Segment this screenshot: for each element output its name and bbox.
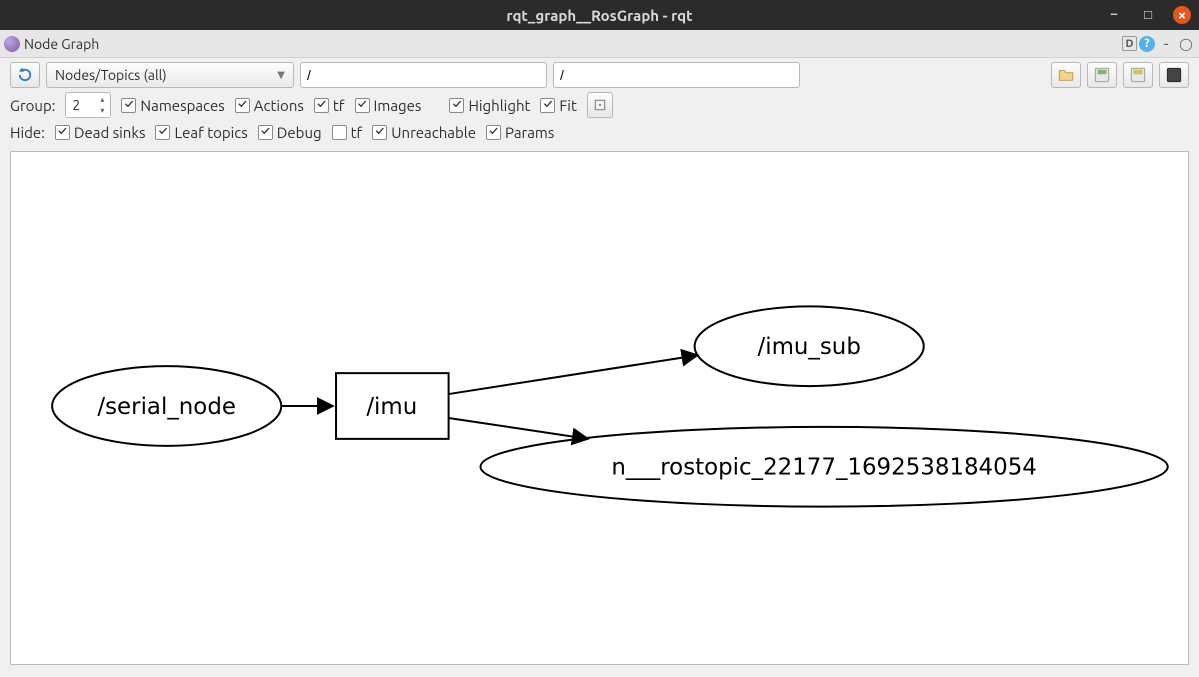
window-titlebar: rqt_graph__RosGraph - rqt bbox=[0, 0, 1199, 30]
unreachable-label: Unreachable bbox=[391, 124, 476, 141]
plugin-title: Node Graph bbox=[24, 36, 99, 52]
checkbox-icon bbox=[540, 98, 555, 113]
fit-view-button[interactable] bbox=[587, 92, 613, 118]
group-options-row: Group: 2 ▴ ▾ Namespaces Actions tf Image… bbox=[0, 90, 1199, 122]
ros-graph-svg: /serial_node /imu /imu_sub n___rostopic_… bbox=[11, 152, 1188, 664]
plugin-header: Node Graph D ? - ◯ bbox=[0, 30, 1199, 58]
checkbox-icon bbox=[355, 98, 370, 113]
window-maximize-button[interactable] bbox=[1139, 6, 1157, 24]
node-filter-field[interactable] bbox=[307, 67, 540, 83]
checkbox-icon bbox=[449, 98, 464, 113]
node-filter-input[interactable] bbox=[300, 62, 547, 88]
checkbox-icon bbox=[235, 98, 250, 113]
checkbox-icon bbox=[55, 125, 70, 140]
group-label: Group: bbox=[10, 97, 55, 114]
save-image-button[interactable] bbox=[1159, 62, 1189, 88]
graph-node-imu-sub-label: /imu_sub bbox=[758, 334, 861, 360]
tf-hide-label: tf bbox=[351, 124, 363, 141]
save-image-icon bbox=[1165, 66, 1183, 84]
minimize-panel-button[interactable]: - bbox=[1157, 35, 1175, 53]
toolbar: Nodes/Topics (all) ▼ bbox=[0, 58, 1199, 90]
images-checkbox[interactable]: Images bbox=[355, 97, 422, 114]
graph-edge-imu-to-rostopic bbox=[449, 418, 588, 439]
params-label: Params bbox=[505, 124, 554, 141]
highlight-label: Highlight bbox=[468, 97, 530, 114]
save-svg-icon bbox=[1129, 66, 1147, 84]
graph-node-serial-node-label: /serial_node bbox=[97, 394, 236, 420]
namespaces-checkbox[interactable]: Namespaces bbox=[121, 97, 224, 114]
view-mode-value: Nodes/Topics (all) bbox=[55, 67, 167, 83]
window-title: rqt_graph__RosGraph - rqt bbox=[506, 7, 692, 24]
dock-toggle-button[interactable]: D bbox=[1122, 36, 1137, 51]
images-label: Images bbox=[374, 97, 422, 114]
leaf-topics-checkbox[interactable]: Leaf topics bbox=[155, 124, 247, 141]
unreachable-checkbox[interactable]: Unreachable bbox=[372, 124, 476, 141]
node-graph-icon bbox=[4, 36, 20, 52]
checkbox-icon bbox=[314, 98, 329, 113]
actions-checkbox[interactable]: Actions bbox=[235, 97, 304, 114]
save-dot-icon bbox=[1093, 66, 1111, 84]
refresh-button[interactable] bbox=[10, 62, 40, 88]
checkbox-icon bbox=[332, 125, 347, 140]
topic-filter-field[interactable] bbox=[560, 67, 793, 83]
window-minimize-button[interactable] bbox=[1105, 6, 1123, 24]
actions-label: Actions bbox=[254, 97, 304, 114]
checkbox-icon bbox=[258, 125, 273, 140]
checkbox-icon bbox=[155, 125, 170, 140]
graph-canvas[interactable]: /serial_node /imu /imu_sub n___rostopic_… bbox=[10, 151, 1189, 665]
leaf-topics-label: Leaf topics bbox=[174, 124, 247, 141]
params-checkbox[interactable]: Params bbox=[486, 124, 554, 141]
tf-group-label: tf bbox=[333, 97, 345, 114]
fit-view-icon bbox=[593, 98, 607, 112]
group-depth-spinbox[interactable]: 2 ▴ ▾ bbox=[65, 92, 111, 118]
spin-down-icon[interactable]: ▾ bbox=[95, 105, 109, 116]
window-close-button[interactable] bbox=[1173, 6, 1191, 24]
save-svg-button[interactable] bbox=[1123, 62, 1153, 88]
hide-options-row: Hide: Dead sinks Leaf topics Debug tf Un… bbox=[0, 122, 1199, 145]
chevron-down-icon: ▼ bbox=[277, 69, 285, 81]
open-file-icon bbox=[1057, 66, 1075, 84]
checkbox-icon bbox=[486, 125, 501, 140]
help-button[interactable]: ? bbox=[1139, 36, 1155, 52]
topic-filter-input[interactable] bbox=[553, 62, 800, 88]
dead-sinks-label: Dead sinks bbox=[74, 124, 146, 141]
tf-group-checkbox[interactable]: tf bbox=[314, 97, 345, 114]
highlight-checkbox[interactable]: Highlight bbox=[449, 97, 530, 114]
checkbox-icon bbox=[372, 125, 387, 140]
refresh-icon bbox=[16, 66, 34, 84]
namespaces-label: Namespaces bbox=[140, 97, 224, 114]
graph-node-rostopic-echo-label: n___rostopic_22177_1692538184054 bbox=[611, 455, 1036, 481]
load-dot-button[interactable] bbox=[1051, 62, 1081, 88]
fit-label: Fit bbox=[559, 97, 576, 114]
spin-up-icon[interactable]: ▴ bbox=[95, 94, 109, 105]
fit-checkbox[interactable]: Fit bbox=[540, 97, 576, 114]
view-mode-dropdown[interactable]: Nodes/Topics (all) ▼ bbox=[46, 62, 294, 88]
checkbox-icon bbox=[121, 98, 136, 113]
debug-checkbox[interactable]: Debug bbox=[258, 124, 322, 141]
graph-edge-imu-to-imu-sub bbox=[449, 355, 698, 394]
group-depth-value: 2 bbox=[72, 97, 80, 113]
debug-label: Debug bbox=[277, 124, 322, 141]
hide-label: Hide: bbox=[10, 124, 45, 141]
save-dot-button[interactable] bbox=[1087, 62, 1117, 88]
graph-topic-imu-label: /imu bbox=[366, 394, 417, 420]
close-panel-button[interactable]: ◯ bbox=[1177, 35, 1195, 53]
dead-sinks-checkbox[interactable]: Dead sinks bbox=[55, 124, 146, 141]
tf-hide-checkbox[interactable]: tf bbox=[332, 124, 363, 141]
